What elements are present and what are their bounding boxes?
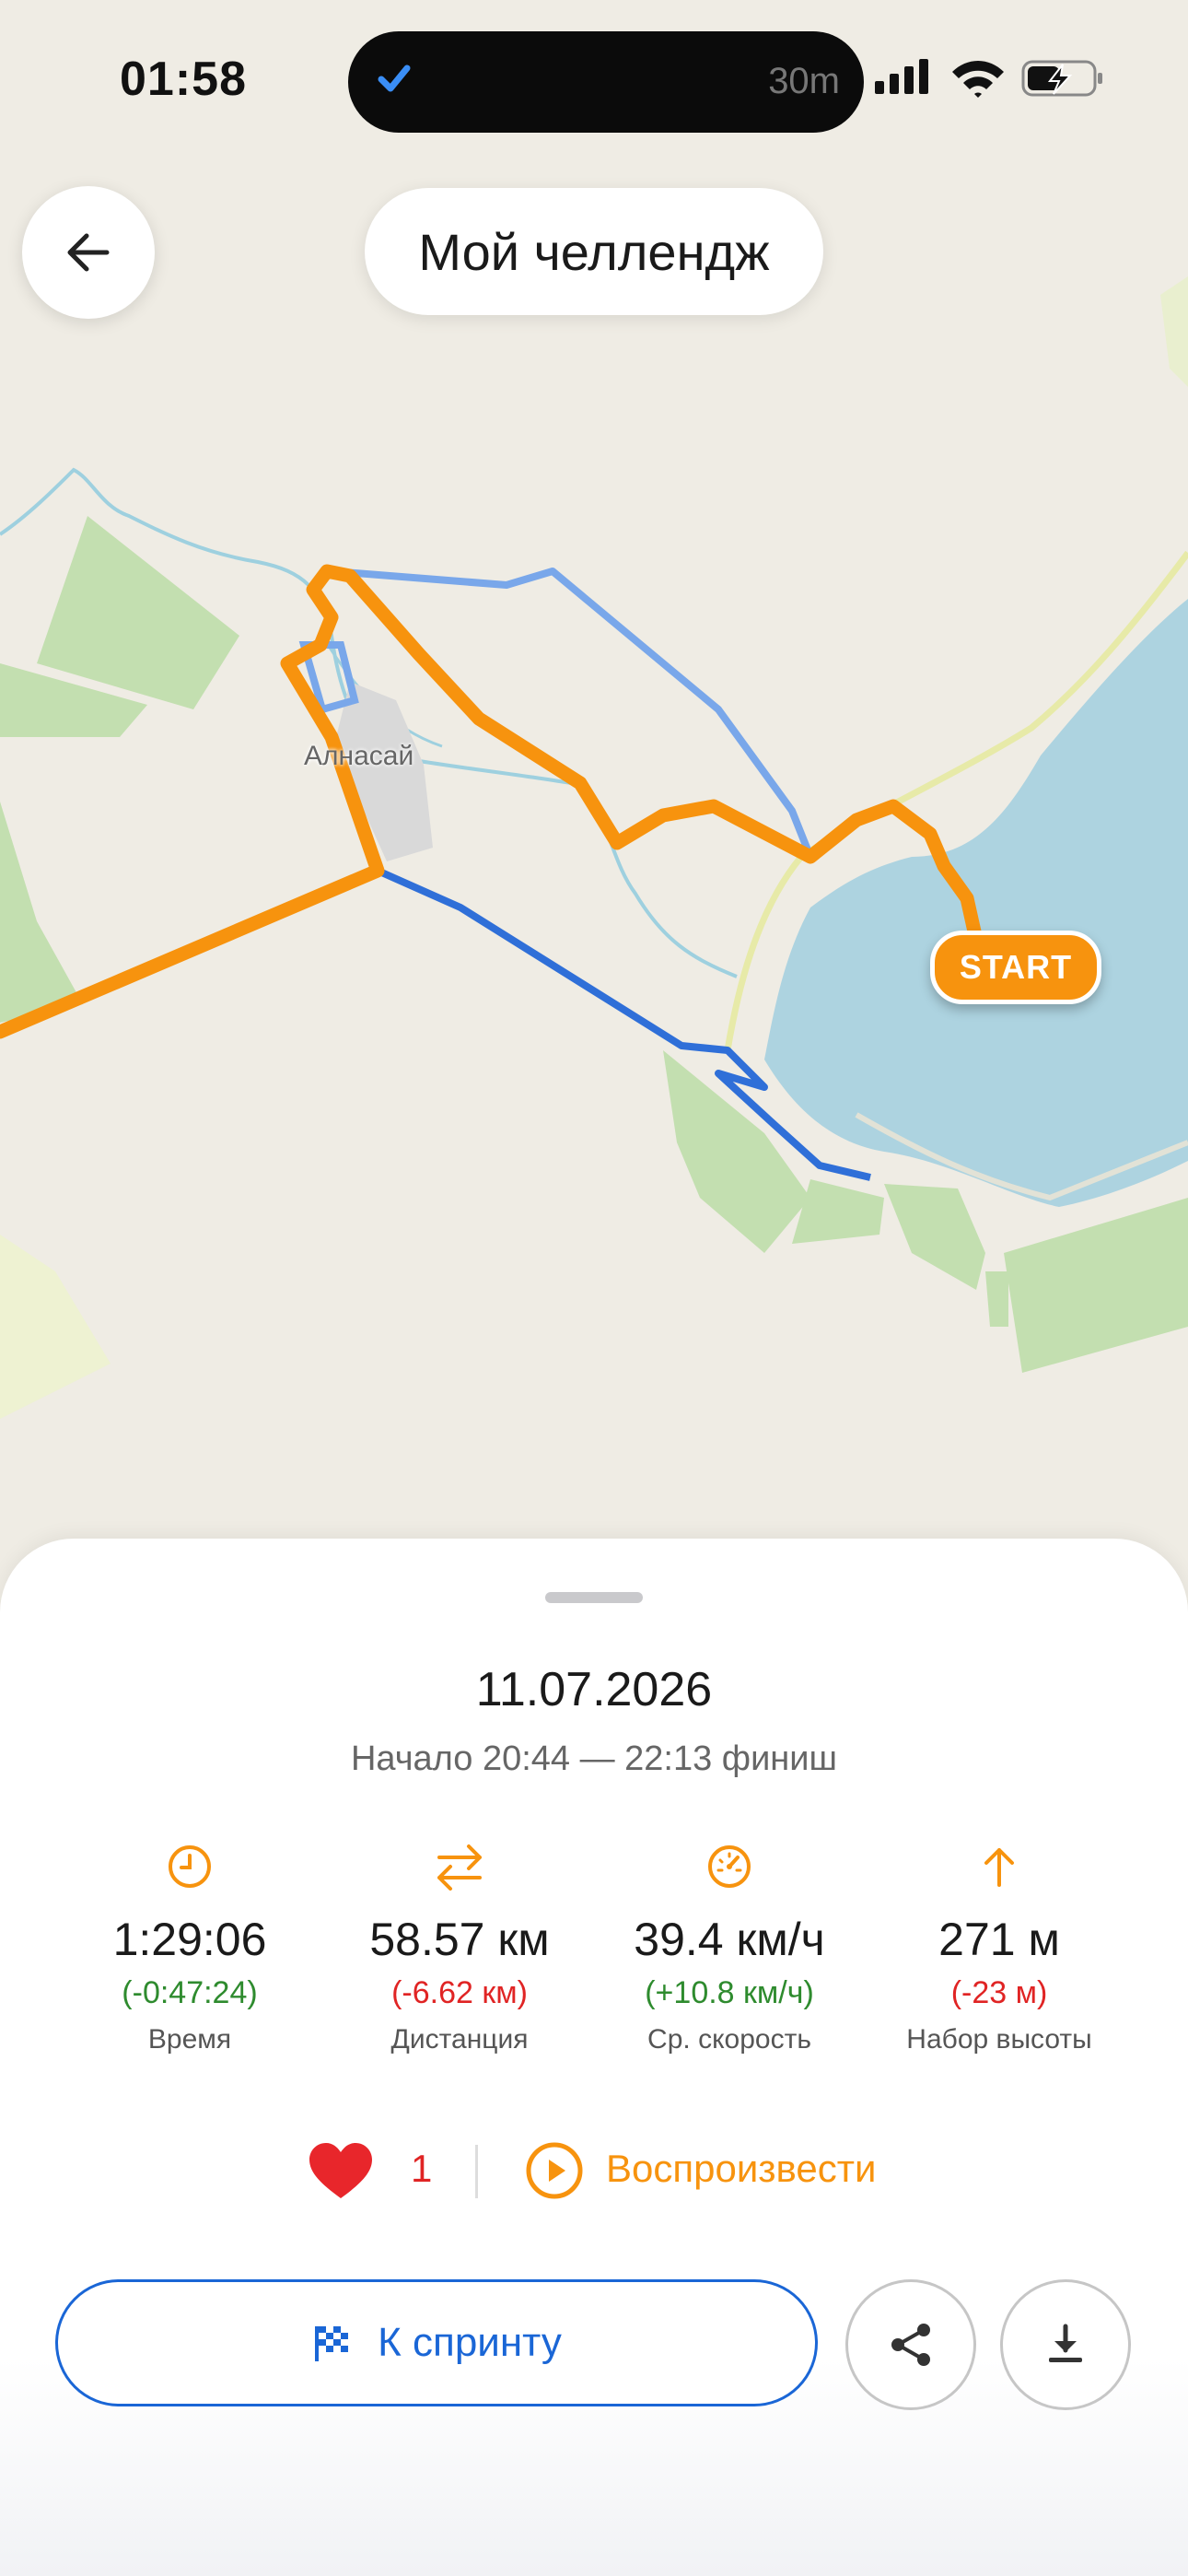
wifi-icon: [952, 61, 1004, 98]
like-replay-row: 1 Воспроизвести: [0, 2137, 1188, 2211]
stat-delta: (-0:47:24): [122, 1975, 258, 2010]
stat-label: Дистанция: [390, 2024, 529, 2055]
status-bar: 01:58 30m: [0, 0, 1188, 166]
page-title: Мой челлендж: [365, 188, 823, 315]
stat-value: 39.4 км/ч: [634, 1914, 825, 1965]
stat-value: 1:29:06: [112, 1914, 267, 1965]
to-sprint-button[interactable]: К спринту: [55, 2279, 818, 2406]
island-timer: 30m: [768, 61, 840, 101]
divider: [475, 2145, 478, 2198]
stat-label: Ср. скорость: [647, 2024, 811, 2055]
battery-charging-icon: [1021, 60, 1102, 97]
checkered-flag-icon: [315, 2326, 349, 2361]
clock-icon: [169, 1845, 211, 1888]
stat-elevation: 271 м (-23 м) Набор высоты: [861, 1843, 1137, 2055]
share-icon: [891, 2324, 930, 2366]
replay-button[interactable]: Воспроизвести: [606, 2147, 876, 2191]
stat-time: 1:29:06 (-0:47:24) Время: [52, 1843, 328, 2055]
status-time: 01:58: [120, 53, 247, 106]
stat-speed: 39.4 км/ч (+10.8 км/ч) Ср. скорость: [591, 1843, 868, 2055]
arrow-up-icon: [984, 1848, 1014, 1887]
dynamic-island[interactable]: 30m: [348, 31, 864, 133]
heart-icon[interactable]: [308, 2141, 374, 2200]
workout-time-range: Начало 20:44 — 22:13 финиш: [350, 1739, 837, 1778]
status-icons: [875, 59, 1102, 98]
sheet-handle[interactable]: [545, 1592, 643, 1603]
checkmark-icon: [378, 64, 411, 92]
arrow-left-icon: [67, 233, 110, 272]
distance-arrows-icon: [437, 1844, 482, 1891]
back-button[interactable]: [22, 186, 155, 319]
cellular-signal-icon: [875, 59, 928, 94]
speedometer-icon: [708, 1845, 751, 1888]
play-icon[interactable]: [525, 2141, 584, 2200]
stat-distance: 58.57 км (-6.62 км) Дистанция: [321, 1843, 598, 2055]
town-label: Алнасай: [304, 741, 414, 771]
download-button[interactable]: [1000, 2279, 1131, 2410]
stat-delta: (-23 м): [950, 1975, 1048, 2010]
stat-delta: (+10.8 км/ч): [645, 1975, 814, 2010]
stat-label: Время: [147, 2024, 232, 2055]
to-sprint-label: К спринту: [378, 2320, 562, 2365]
stat-delta: (-6.62 км): [391, 1975, 528, 2010]
start-marker[interactable]: START: [930, 931, 1101, 1004]
stat-value: 271 м: [938, 1914, 1060, 1965]
workout-date: 11.07.2026: [475, 1663, 713, 1716]
like-count: 1: [411, 2147, 433, 2190]
download-icon: [1049, 2324, 1082, 2362]
stat-value: 58.57 км: [369, 1914, 550, 1965]
stat-label: Набор высоты: [906, 2024, 1092, 2055]
share-button[interactable]: [845, 2279, 976, 2410]
